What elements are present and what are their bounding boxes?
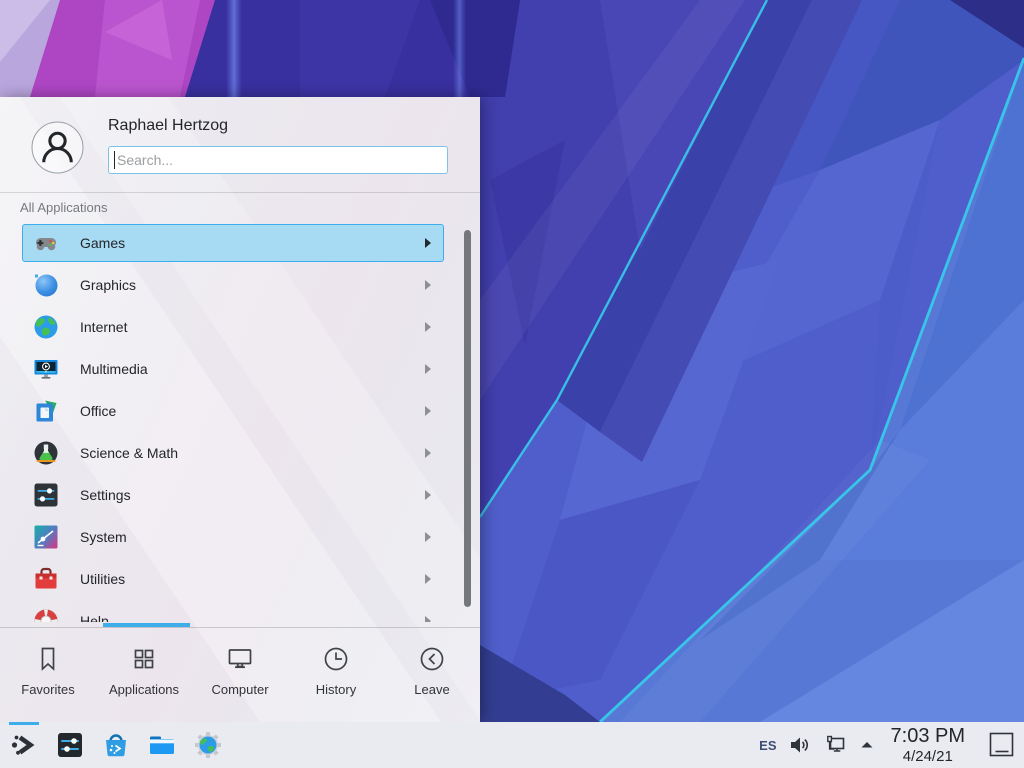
expand-tray-icon[interactable] [858, 736, 876, 754]
text-cursor [114, 151, 115, 169]
category-label: Graphics [80, 277, 425, 293]
category-label: System [80, 529, 425, 545]
section-label: All Applications [20, 200, 107, 215]
submenu-arrow-icon [425, 280, 431, 290]
show-desktop-button[interactable] [988, 731, 1016, 759]
category-item-help[interactable]: Help [22, 602, 444, 622]
submenu-arrow-icon [425, 490, 431, 500]
leave-icon [417, 644, 447, 674]
discover-button[interactable] [101, 730, 131, 760]
dolphin-file-manager-button[interactable] [147, 730, 177, 760]
submenu-arrow-icon [425, 448, 431, 458]
search-input[interactable] [108, 146, 448, 174]
tab-label: Favorites [21, 682, 74, 697]
tab-leave[interactable]: Leave [384, 628, 480, 722]
digital-clock[interactable]: 7:03 PM 4/24/21 [891, 726, 965, 764]
applications-icon [129, 644, 159, 674]
network-icon[interactable] [823, 733, 847, 757]
internet-icon [33, 314, 59, 340]
konqueror-browser-button[interactable] [193, 730, 223, 760]
keyboard-layout-indicator[interactable]: ES [759, 738, 776, 753]
user-avatar-icon[interactable] [31, 121, 84, 174]
submenu-arrow-icon [425, 238, 431, 248]
games-icon [33, 230, 59, 256]
submenu-arrow-icon [425, 532, 431, 542]
utilities-icon [33, 566, 59, 592]
category-label: Settings [80, 487, 425, 503]
category-item-games[interactable]: Games [22, 224, 444, 262]
computer-icon [225, 644, 255, 674]
application-launcher-menu: Raphael Hertzog All Applications Games [0, 97, 480, 722]
active-launcher-indicator [9, 722, 39, 725]
discover-icon [101, 730, 131, 760]
category-label: Multimedia [80, 361, 425, 377]
category-item-settings[interactable]: Settings [22, 476, 444, 514]
submenu-arrow-icon [425, 406, 431, 416]
office-icon [33, 398, 59, 424]
settings-icon [33, 482, 59, 508]
clock-time: 7:03 PM [891, 726, 965, 746]
category-item-graphics[interactable]: Graphics [22, 266, 444, 304]
tab-favorites[interactable]: Favorites [0, 628, 96, 722]
category-item-system[interactable]: System [22, 518, 444, 556]
category-label: Games [80, 235, 425, 251]
tab-label: Computer [211, 682, 268, 697]
volume-icon[interactable] [788, 733, 812, 757]
taskbar-launchers [0, 730, 223, 760]
multimedia-icon [33, 356, 59, 382]
category-label: Science & Math [80, 445, 425, 461]
tab-computer[interactable]: Computer [192, 628, 288, 722]
category-item-internet[interactable]: Internet [22, 308, 444, 346]
user-name: Raphael Hertzog [108, 117, 228, 135]
category-label: Office [80, 403, 425, 419]
submenu-arrow-icon [425, 364, 431, 374]
folder-icon [147, 730, 177, 760]
tab-label: Leave [414, 682, 449, 697]
system-icon [33, 524, 59, 550]
graphics-icon [33, 272, 59, 298]
kickoff-launcher-button[interactable] [9, 730, 39, 760]
category-label: Utilities [80, 571, 425, 587]
tab-label: History [316, 682, 356, 697]
category-item-science-math[interactable]: Science & Math [22, 434, 444, 472]
category-label: Internet [80, 319, 425, 335]
help-icon [33, 608, 59, 622]
tab-label: Applications [109, 682, 179, 697]
system-settings-button[interactable] [55, 730, 85, 760]
tab-applications[interactable]: Applications [96, 628, 192, 722]
category-label: Help [80, 613, 425, 622]
category-list: Games Graphics Internet [0, 224, 480, 622]
menu-header: Raphael Hertzog [0, 97, 480, 193]
submenu-arrow-icon [425, 322, 431, 332]
system-settings-icon [55, 730, 85, 760]
kickoff-icon [9, 730, 39, 760]
taskbar-panel: ES 7:03 PM 4/24/21 [0, 722, 1024, 768]
category-item-multimedia[interactable]: Multimedia [22, 350, 444, 388]
submenu-arrow-icon [425, 574, 431, 584]
tab-history[interactable]: History [288, 628, 384, 722]
menu-tab-bar: Favorites Applications Computer History … [0, 628, 480, 722]
system-tray: ES 7:03 PM 4/24/21 [759, 726, 1024, 764]
favorites-icon [33, 644, 63, 674]
scrollbar[interactable] [464, 230, 471, 607]
globe-gear-icon [193, 730, 223, 760]
category-item-utilities[interactable]: Utilities [22, 560, 444, 598]
science-icon [33, 440, 59, 466]
show-desktop-icon [988, 731, 1016, 759]
history-icon [321, 644, 351, 674]
clock-date: 4/24/21 [891, 749, 965, 764]
submenu-arrow-icon [425, 616, 431, 622]
category-item-office[interactable]: Office [22, 392, 444, 430]
